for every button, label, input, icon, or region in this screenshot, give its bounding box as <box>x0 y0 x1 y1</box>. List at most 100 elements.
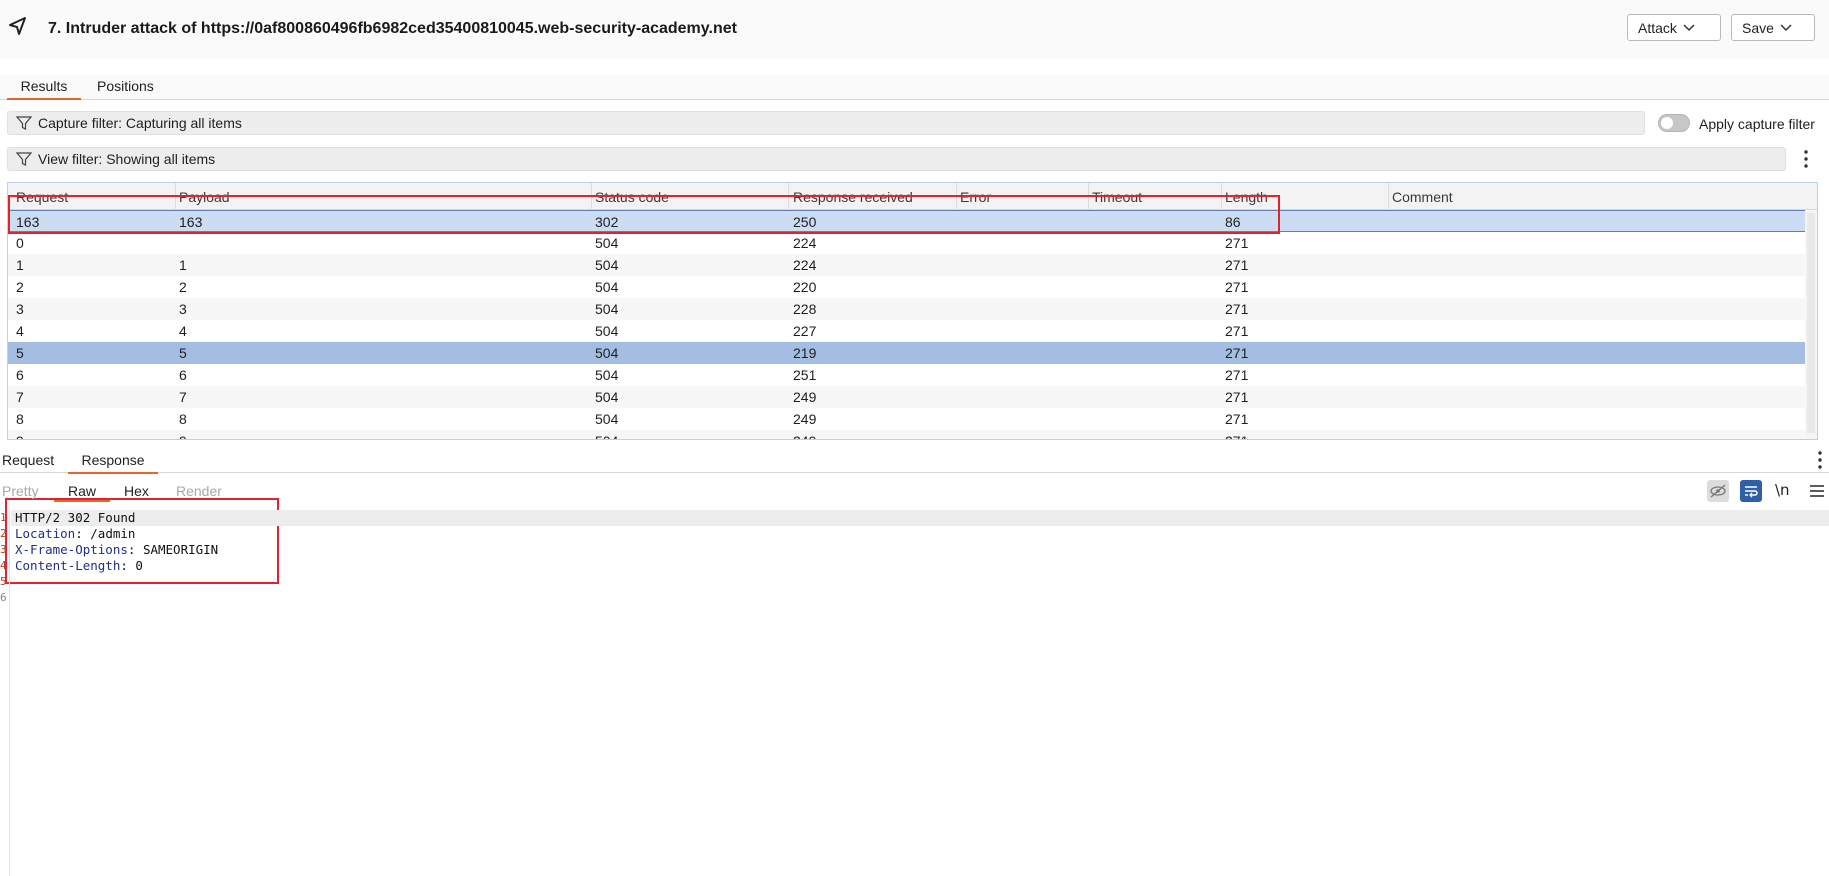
table-row[interactable]: 3 3 504 228 271 <box>8 298 1806 320</box>
tab-response[interactable]: Response <box>68 452 158 474</box>
cell-length: 271 <box>1225 235 1249 251</box>
tab-raw[interactable]: Raw <box>54 483 110 502</box>
cell-status-code: 504 <box>595 389 619 405</box>
cell-length: 271 <box>1225 323 1249 339</box>
tab-pretty[interactable]: Pretty <box>2 483 39 499</box>
cell-request: 2 <box>16 279 24 295</box>
attack-button[interactable]: Attack <box>1627 14 1721 41</box>
cell-response-received: 227 <box>793 323 817 339</box>
cell-request: 6 <box>16 367 24 383</box>
window-title: 7. Intruder attack of https://0af8008604… <box>48 20 737 37</box>
cell-response-received: 220 <box>793 279 817 295</box>
cell-payload: 1 <box>179 257 187 273</box>
menu-lines-icon[interactable] <box>1806 480 1828 502</box>
table-row[interactable]: 6 6 504 251 271 <box>8 364 1806 386</box>
header-name: X-Frame-Options <box>15 542 128 557</box>
response-editor[interactable]: 1 2 3 4 5 6 HTTP/2 302 Found Location: /… <box>0 508 1829 876</box>
cell-response-received: 249 <box>793 411 817 427</box>
column-header-response-received[interactable]: Response received <box>793 189 913 205</box>
kebab-menu-icon[interactable] <box>1818 451 1822 469</box>
message-tabs: Request Response <box>0 448 1829 474</box>
line-number: 6 <box>0 591 7 604</box>
save-button[interactable]: Save <box>1731 14 1815 41</box>
view-filter-text: View filter: Showing all items <box>38 151 216 167</box>
column-header-error[interactable]: Error <box>960 189 991 205</box>
cell-status-code: 504 <box>595 367 619 383</box>
tab-hex[interactable]: Hex <box>124 483 149 499</box>
cell-status-code: 504 <box>595 433 618 439</box>
column-header-payload[interactable]: Payload <box>179 189 230 205</box>
column-header-request[interactable]: Request <box>16 189 68 205</box>
header-name: Content-Length <box>15 558 121 573</box>
table-row[interactable]: 163 163 302 250 86 <box>8 210 1806 232</box>
filter-icon <box>16 116 32 130</box>
tab-request[interactable]: Request <box>2 452 54 474</box>
cell-length: 271 <box>1225 257 1249 273</box>
apply-capture-filter-toggle[interactable] <box>1658 114 1690 132</box>
cell-payload: 6 <box>179 367 187 383</box>
kebab-menu-icon[interactable] <box>1804 150 1808 168</box>
hide-nonprintable-icon[interactable] <box>1707 480 1729 502</box>
header-name: Location <box>15 526 76 541</box>
cell-status-code: 504 <box>595 301 619 317</box>
burp-logo-icon[interactable] <box>6 14 30 38</box>
tab-positions[interactable]: Positions <box>97 78 154 100</box>
line-number: 4 <box>0 559 7 572</box>
cell-response-received: 249 <box>793 433 816 439</box>
cell-payload: 7 <box>179 389 187 405</box>
cell-length: 271 <box>1225 411 1249 427</box>
column-header-timeout[interactable]: Timeout <box>1092 189 1142 205</box>
column-header-comment[interactable]: Comment <box>1392 189 1453 205</box>
table-row[interactable]: 0 504 224 271 <box>8 232 1806 254</box>
column-header-length[interactable]: Length <box>1225 189 1268 205</box>
column-header-status-code[interactable]: Status code <box>595 189 669 205</box>
table-row[interactable]: 4 4 504 227 271 <box>8 320 1806 342</box>
line-number: 5 <box>0 575 7 588</box>
cell-length: 271 <box>1225 279 1249 295</box>
capture-filter-bar[interactable]: Capture filter: Capturing all items <box>7 111 1645 135</box>
view-filter-bar[interactable]: View filter: Showing all items <box>7 147 1786 171</box>
cell-response-received: 224 <box>793 257 817 273</box>
response-header-x-frame-options: X-Frame-Options: SAMEORIGIN <box>15 542 219 557</box>
cell-response-received: 219 <box>793 345 817 361</box>
cell-request: 4 <box>16 323 24 339</box>
chevron-down-icon <box>1683 23 1695 31</box>
table-row[interactable]: 1 1 504 224 271 <box>8 254 1806 276</box>
cell-response-received: 228 <box>793 301 817 317</box>
save-button-label: Save <box>1742 19 1774 36</box>
tab-render[interactable]: Render <box>176 483 222 499</box>
table-row[interactable]: 2 2 504 220 271 <box>8 276 1806 298</box>
cell-request: 0 <box>16 235 24 251</box>
cell-status-code: 504 <box>595 235 619 251</box>
header-value: 0 <box>135 558 143 573</box>
cell-length: 86 <box>1225 214 1241 230</box>
attack-tabs: Results Positions <box>0 74 1829 100</box>
table-row[interactable]: 5 5 504 219 271 <box>8 342 1806 364</box>
cell-status-code: 302 <box>595 214 619 230</box>
table-row[interactable]: 9 9 504 249 271 <box>8 430 1806 439</box>
line-number: 3 <box>0 543 7 556</box>
cell-request: 5 <box>16 345 24 361</box>
cell-request: 1 <box>16 257 24 273</box>
cell-payload: 163 <box>179 214 203 230</box>
table-row[interactable]: 7 7 504 249 271 <box>8 386 1806 408</box>
cell-length: 271 <box>1225 301 1249 317</box>
response-header-content-length: Content-Length: 0 <box>15 558 143 573</box>
current-line-highlight <box>11 510 1829 526</box>
cell-length: 271 <box>1225 389 1249 405</box>
table-scrollbar-thumb[interactable] <box>1807 213 1815 433</box>
title-bar: 7. Intruder attack of https://0af8008604… <box>0 0 1829 58</box>
cell-request: 8 <box>16 411 24 427</box>
header-value: SAMEORIGIN <box>142 542 219 557</box>
line-number-gutter: 1 2 3 4 5 6 <box>0 508 10 876</box>
table-row[interactable]: 8 8 504 249 271 <box>8 408 1806 430</box>
word-wrap-icon[interactable] <box>1740 480 1762 502</box>
newline-toggle-icon[interactable]: \n <box>1775 481 1797 503</box>
response-header-location: Location: /admin <box>15 526 136 541</box>
cell-payload: 4 <box>179 323 187 339</box>
view-mode-tabs: Pretty Raw Hex Render <box>0 483 1829 505</box>
cell-status-code: 504 <box>595 345 619 361</box>
cell-request: 3 <box>16 301 24 317</box>
cell-status-code: 504 <box>595 323 619 339</box>
tab-results[interactable]: Results <box>7 78 81 100</box>
